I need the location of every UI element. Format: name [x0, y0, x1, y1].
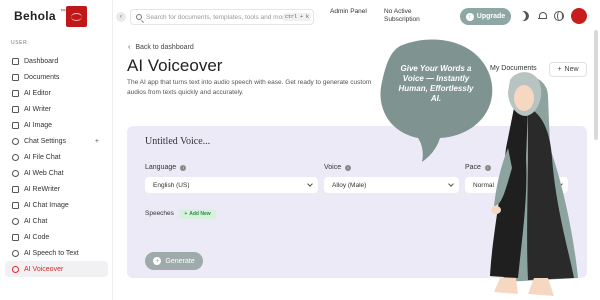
language-globe-icon[interactable]	[554, 11, 564, 21]
sidebar-item-ai-rewriter[interactable]: AI ReWriter	[5, 181, 108, 197]
sidebar-item-ai-chat-image[interactable]: AI Chat Image	[5, 197, 108, 213]
chat-icon	[12, 217, 19, 225]
promo-text: Give Your Words a Voice — Instantly Huma…	[398, 64, 474, 103]
chevron-down-icon	[307, 181, 313, 187]
code-icon	[12, 233, 19, 241]
expand-icon[interactable]: +	[95, 138, 99, 145]
language-value: English (US)	[153, 181, 190, 189]
sidebar-item-label: Chat Settings	[24, 137, 67, 145]
voiceover-icon	[12, 265, 19, 273]
sidebar-item-label: AI Code	[24, 233, 50, 241]
sidebar-item-label: AI Web Chat	[24, 169, 64, 177]
sidebar-item-label: AI Chat	[24, 217, 48, 225]
document-title-input[interactable]: Untitled Voice...	[145, 136, 210, 147]
dark-mode-icon[interactable]	[518, 10, 531, 23]
sidebar: Behola ™ USER Dashboard Documents AI Edi…	[0, 0, 113, 300]
admin-panel-link[interactable]: Admin Panel	[330, 8, 376, 16]
sidebar-item-label: AI Speech to Text	[24, 249, 79, 257]
add-new-speech-button[interactable]: + Add New	[179, 209, 216, 219]
voice-value: Alloy (Male)	[332, 181, 367, 189]
search-icon	[136, 14, 142, 20]
image-icon	[12, 121, 19, 129]
file-chat-icon	[12, 153, 19, 161]
generate-button[interactable]: + Generate	[145, 252, 203, 270]
sidebar-section-label: USER	[11, 40, 28, 46]
sidebar-item-label: AI Editor	[24, 89, 51, 97]
plus-circle-icon: +	[153, 257, 162, 265]
speeches-label: Speeches	[145, 210, 174, 217]
sidebar-item-label: AI File Chat	[24, 153, 61, 161]
sidebar-item-ai-speech-to-text[interactable]: AI Speech to Text	[5, 245, 108, 261]
sidebar-item-label: Dashboard	[24, 57, 59, 65]
editor-icon	[12, 89, 19, 97]
sidebar-item-ai-code[interactable]: AI Code	[5, 229, 108, 245]
generate-label: Generate	[165, 257, 195, 265]
sidebar-item-ai-image[interactable]: AI Image	[5, 117, 108, 133]
upgrade-button[interactable]: ↑ Upgrade	[460, 8, 511, 25]
voice-label-text: Voice	[324, 164, 342, 171]
back-label: Back to dashboard	[135, 44, 194, 51]
brand-trademark: ™	[59, 9, 66, 15]
sidebar-item-ai-file-chat[interactable]: AI File Chat	[5, 149, 108, 165]
sidebar-item-ai-editor[interactable]: AI Editor	[5, 85, 108, 101]
sidebar-item-dashboard[interactable]: Dashboard	[5, 53, 108, 69]
sidebar-item-ai-voiceover[interactable]: AI Voiceover	[5, 261, 108, 277]
search-input[interactable]	[146, 13, 286, 21]
user-avatar[interactable]	[571, 8, 587, 24]
sidebar-item-ai-chat[interactable]: AI Chat	[5, 213, 108, 229]
language-label: Language i	[145, 164, 187, 171]
back-to-dashboard-link[interactable]: ‹ Back to dashboard	[128, 44, 194, 51]
grid-icon	[12, 57, 19, 65]
brand-name: Behola	[14, 9, 56, 23]
sidebar-item-label: AI Image	[24, 121, 53, 129]
page-subtitle: The AI app that turns text into audio sp…	[127, 79, 372, 96]
upgrade-label: Upgrade	[476, 13, 506, 20]
sidebar-collapse-button[interactable]: ‹	[116, 12, 126, 22]
woman-figure-icon	[490, 72, 578, 296]
chat-image-icon	[12, 201, 19, 209]
brand-logo[interactable]: Behola ™	[14, 9, 66, 23]
web-chat-icon	[12, 169, 19, 177]
sidebar-nav: Dashboard Documents AI Editor AI Writer …	[5, 53, 108, 277]
page-title: AI Voiceover	[127, 56, 223, 75]
info-icon[interactable]: i	[180, 164, 187, 171]
subscription-status[interactable]: No Active Subscription	[384, 8, 446, 24]
add-new-label: Add New	[189, 211, 211, 217]
sidebar-item-chat-settings[interactable]: Chat Settings +	[5, 133, 108, 149]
brand-badge-icon	[66, 6, 87, 27]
plus-icon: +	[184, 211, 188, 217]
sidebar-item-ai-web-chat[interactable]: AI Web Chat	[5, 165, 108, 181]
search-bar[interactable]: ctrl + k	[130, 9, 314, 25]
writer-icon	[12, 105, 19, 113]
sidebar-item-documents[interactable]: Documents	[5, 69, 108, 85]
language-select[interactable]: English (US)	[145, 177, 318, 193]
voice-label: Voice i	[324, 164, 352, 171]
sidebar-item-label: AI Chat Image	[24, 201, 69, 209]
sidebar-item-label: AI Writer	[24, 105, 52, 113]
microphone-icon	[12, 249, 19, 257]
language-label-text: Language	[145, 164, 177, 171]
search-shortcut-badge: ctrl + k	[282, 13, 311, 21]
upgrade-arrow-icon: ↑	[465, 12, 474, 21]
document-icon	[12, 73, 19, 81]
back-arrow-icon: ‹	[128, 44, 131, 51]
chat-settings-icon	[12, 137, 19, 145]
sidebar-item-label: AI ReWriter	[24, 185, 61, 193]
rewriter-icon	[12, 185, 19, 193]
sidebar-item-ai-writer[interactable]: AI Writer	[5, 101, 108, 117]
sidebar-item-label: Documents	[24, 73, 60, 81]
sidebar-item-label: AI Voiceover	[24, 265, 64, 273]
info-icon[interactable]: i	[345, 164, 352, 171]
notification-bell-icon[interactable]	[537, 11, 547, 21]
